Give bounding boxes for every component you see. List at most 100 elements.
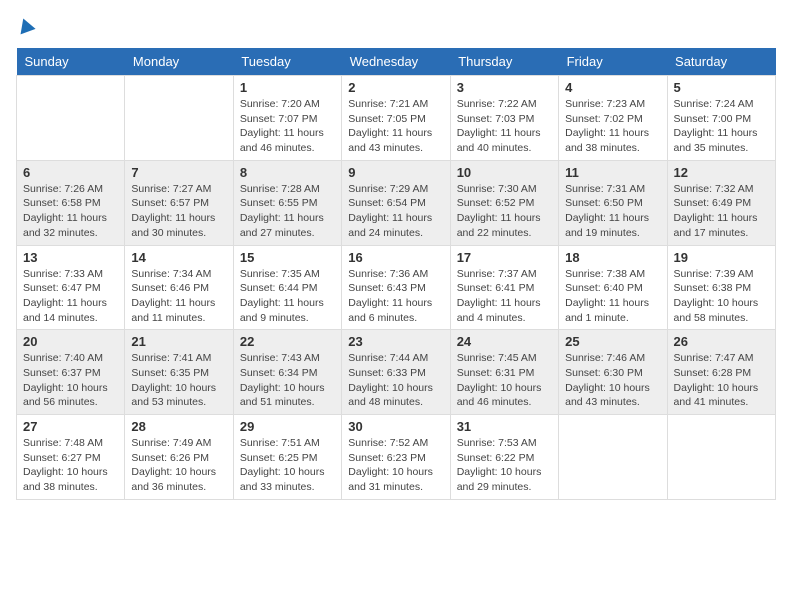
day-number: 25 (565, 334, 660, 349)
calendar-cell: 14 Sunrise: 7:34 AM Sunset: 6:46 PM Dayli… (125, 245, 233, 330)
day-info: Sunrise: 7:27 AM Sunset: 6:57 PM Dayligh… (131, 182, 226, 241)
calendar-cell: 3Sunrise: 7:22 AM Sunset: 7:03 PM Daylig… (450, 76, 558, 161)
calendar-cell (559, 415, 667, 500)
day-info: Sunrise: 7:29 AM Sunset: 6:54 PM Dayligh… (348, 182, 443, 241)
day-number: 12 (674, 165, 769, 180)
day-number: 10 (457, 165, 552, 180)
day-info: Sunrise: 7:44 AM Sunset: 6:33 PM Dayligh… (348, 351, 443, 410)
calendar-cell: 7 Sunrise: 7:27 AM Sunset: 6:57 PM Daylig… (125, 160, 233, 245)
calendar-cell: 23 Sunrise: 7:44 AM Sunset: 6:33 PM Dayli… (342, 330, 450, 415)
calendar-cell: 26Sunrise: 7:47 AM Sunset: 6:28 PM Dayli… (667, 330, 775, 415)
day-number: 19 (674, 250, 769, 265)
page-header (16, 16, 776, 36)
weekday-header-monday: Monday (125, 48, 233, 76)
calendar-cell: 10 Sunrise: 7:30 AM Sunset: 6:52 PM Dayli… (450, 160, 558, 245)
calendar-cell: 11 Sunrise: 7:31 AM Sunset: 6:50 PM Dayli… (559, 160, 667, 245)
calendar-cell: 31 Sunrise: 7:53 AM Sunset: 6:22 PM Dayli… (450, 415, 558, 500)
calendar-body: 1Sunrise: 7:20 AM Sunset: 7:07 PM Daylig… (17, 76, 776, 500)
day-info: Sunrise: 7:24 AM Sunset: 7:00 PM Dayligh… (674, 97, 769, 156)
logo (16, 16, 36, 36)
calendar-cell: 22Sunrise: 7:43 AM Sunset: 6:34 PM Dayli… (233, 330, 341, 415)
day-info: Sunrise: 7:38 AM Sunset: 6:40 PM Dayligh… (565, 267, 660, 326)
day-info: Sunrise: 7:28 AM Sunset: 6:55 PM Dayligh… (240, 182, 335, 241)
calendar-cell: 24 Sunrise: 7:45 AM Sunset: 6:31 PM Dayli… (450, 330, 558, 415)
day-info: Sunrise: 7:32 AM Sunset: 6:49 PM Dayligh… (674, 182, 769, 241)
day-number: 6 (23, 165, 118, 180)
weekday-header-wednesday: Wednesday (342, 48, 450, 76)
day-info: Sunrise: 7:45 AM Sunset: 6:31 PM Dayligh… (457, 351, 552, 410)
calendar-cell: 2Sunrise: 7:21 AM Sunset: 7:05 PM Daylig… (342, 76, 450, 161)
calendar-cell: 9 Sunrise: 7:29 AM Sunset: 6:54 PM Daylig… (342, 160, 450, 245)
day-number: 14 (131, 250, 226, 265)
day-info: Sunrise: 7:49 AM Sunset: 6:26 PM Dayligh… (131, 436, 226, 495)
calendar-cell (17, 76, 125, 161)
calendar-week-1: 1Sunrise: 7:20 AM Sunset: 7:07 PM Daylig… (17, 76, 776, 161)
day-info: Sunrise: 7:48 AM Sunset: 6:27 PM Dayligh… (23, 436, 118, 495)
day-info: Sunrise: 7:52 AM Sunset: 6:23 PM Dayligh… (348, 436, 443, 495)
day-number: 22 (240, 334, 335, 349)
calendar-cell (125, 76, 233, 161)
logo-icon (16, 16, 36, 36)
calendar-cell: 12 Sunrise: 7:32 AM Sunset: 6:49 PM Dayli… (667, 160, 775, 245)
day-number: 7 (131, 165, 226, 180)
day-info: Sunrise: 7:36 AM Sunset: 6:43 PM Dayligh… (348, 267, 443, 326)
calendar-cell: 19Sunrise: 7:39 AM Sunset: 6:38 PM Dayli… (667, 245, 775, 330)
day-info: Sunrise: 7:34 AM Sunset: 6:46 PM Dayligh… (131, 267, 226, 326)
calendar-week-2: 6 Sunrise: 7:26 AM Sunset: 6:58 PM Daylig… (17, 160, 776, 245)
calendar-cell: 8 Sunrise: 7:28 AM Sunset: 6:55 PM Daylig… (233, 160, 341, 245)
calendar-cell: 28 Sunrise: 7:49 AM Sunset: 6:26 PM Dayli… (125, 415, 233, 500)
day-number: 23 (348, 334, 443, 349)
day-info: Sunrise: 7:40 AM Sunset: 6:37 PM Dayligh… (23, 351, 118, 410)
day-info: Sunrise: 7:46 AM Sunset: 6:30 PM Dayligh… (565, 351, 660, 410)
calendar-cell: 17Sunrise: 7:37 AM Sunset: 6:41 PM Dayli… (450, 245, 558, 330)
day-info: Sunrise: 7:30 AM Sunset: 6:52 PM Dayligh… (457, 182, 552, 241)
calendar-cell: 6 Sunrise: 7:26 AM Sunset: 6:58 PM Daylig… (17, 160, 125, 245)
day-info: Sunrise: 7:53 AM Sunset: 6:22 PM Dayligh… (457, 436, 552, 495)
calendar-cell: 5 Sunrise: 7:24 AM Sunset: 7:00 PM Daylig… (667, 76, 775, 161)
calendar-cell: 29Sunrise: 7:51 AM Sunset: 6:25 PM Dayli… (233, 415, 341, 500)
day-number: 16 (348, 250, 443, 265)
day-number: 30 (348, 419, 443, 434)
calendar-cell: 27Sunrise: 7:48 AM Sunset: 6:27 PM Dayli… (17, 415, 125, 500)
day-number: 9 (348, 165, 443, 180)
calendar-cell: 1Sunrise: 7:20 AM Sunset: 7:07 PM Daylig… (233, 76, 341, 161)
calendar-week-4: 20 Sunrise: 7:40 AM Sunset: 6:37 PM Dayli… (17, 330, 776, 415)
day-info: Sunrise: 7:51 AM Sunset: 6:25 PM Dayligh… (240, 436, 335, 495)
day-number: 8 (240, 165, 335, 180)
day-info: Sunrise: 7:41 AM Sunset: 6:35 PM Dayligh… (131, 351, 226, 410)
day-info: Sunrise: 7:26 AM Sunset: 6:58 PM Dayligh… (23, 182, 118, 241)
day-info: Sunrise: 7:35 AM Sunset: 6:44 PM Dayligh… (240, 267, 335, 326)
calendar-table: SundayMondayTuesdayWednesdayThursdayFrid… (16, 48, 776, 500)
weekday-header-thursday: Thursday (450, 48, 558, 76)
calendar-cell: 21 Sunrise: 7:41 AM Sunset: 6:35 PM Dayli… (125, 330, 233, 415)
day-number: 4 (565, 80, 660, 95)
weekday-header-saturday: Saturday (667, 48, 775, 76)
weekday-header-sunday: Sunday (17, 48, 125, 76)
day-number: 3 (457, 80, 552, 95)
day-number: 11 (565, 165, 660, 180)
day-info: Sunrise: 7:21 AM Sunset: 7:05 PM Dayligh… (348, 97, 443, 156)
day-info: Sunrise: 7:31 AM Sunset: 6:50 PM Dayligh… (565, 182, 660, 241)
day-number: 5 (674, 80, 769, 95)
day-number: 18 (565, 250, 660, 265)
calendar-week-3: 13Sunrise: 7:33 AM Sunset: 6:47 PM Dayli… (17, 245, 776, 330)
day-info: Sunrise: 7:33 AM Sunset: 6:47 PM Dayligh… (23, 267, 118, 326)
day-number: 31 (457, 419, 552, 434)
weekday-header-tuesday: Tuesday (233, 48, 341, 76)
calendar-cell: 30 Sunrise: 7:52 AM Sunset: 6:23 PM Dayli… (342, 415, 450, 500)
day-info: Sunrise: 7:23 AM Sunset: 7:02 PM Dayligh… (565, 97, 660, 156)
calendar-cell: 13Sunrise: 7:33 AM Sunset: 6:47 PM Dayli… (17, 245, 125, 330)
calendar-cell (667, 415, 775, 500)
weekday-row: SundayMondayTuesdayWednesdayThursdayFrid… (17, 48, 776, 76)
day-info: Sunrise: 7:37 AM Sunset: 6:41 PM Dayligh… (457, 267, 552, 326)
calendar-cell: 25 Sunrise: 7:46 AM Sunset: 6:30 PM Dayli… (559, 330, 667, 415)
day-number: 24 (457, 334, 552, 349)
weekday-header-friday: Friday (559, 48, 667, 76)
calendar-header: SundayMondayTuesdayWednesdayThursdayFrid… (17, 48, 776, 76)
calendar-cell: 15Sunrise: 7:35 AM Sunset: 6:44 PM Dayli… (233, 245, 341, 330)
calendar-cell: 20 Sunrise: 7:40 AM Sunset: 6:37 PM Dayli… (17, 330, 125, 415)
day-number: 21 (131, 334, 226, 349)
day-number: 20 (23, 334, 118, 349)
calendar-cell: 16 Sunrise: 7:36 AM Sunset: 6:43 PM Dayli… (342, 245, 450, 330)
day-number: 28 (131, 419, 226, 434)
